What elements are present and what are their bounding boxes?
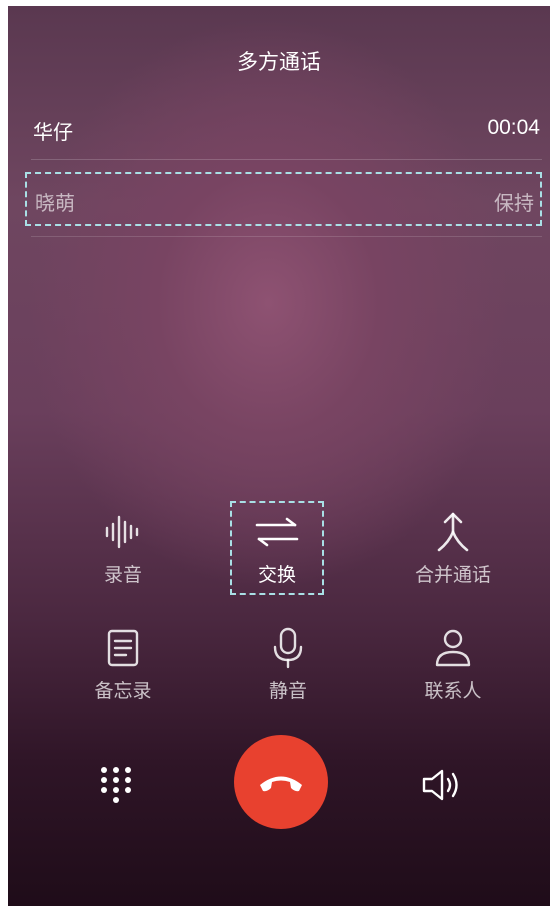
held-call-row[interactable]: 晓萌 保持 [25,172,542,226]
hang-up-icon [260,776,302,792]
page-title: 多方通话 [237,50,321,74]
swap-button[interactable]: 交换 [217,510,337,587]
swap-arrows-icon [217,510,337,554]
contacts-label: 联系人 [424,680,482,702]
contacts-button[interactable]: 联系人 [393,626,513,703]
record-label: 录音 [103,564,142,586]
dialpad-icon[interactable] [96,764,136,804]
active-call-row[interactable]: 华仔 00:04 [33,116,540,146]
mute-button[interactable]: 静音 [228,626,348,703]
speaker-icon[interactable] [420,763,464,807]
waveform-icon [63,510,183,554]
mute-label: 静音 [268,680,307,702]
merge-icon [393,510,513,554]
call-duration: 00:04 [487,116,540,139]
divider [31,159,542,160]
held-caller-name: 晓萌 [35,191,75,215]
divider [31,236,542,237]
merge-calls-button[interactable]: 合并通话 [393,510,513,587]
record-button[interactable]: 录音 [63,510,183,587]
hold-status: 保持 [494,191,534,215]
notes-button[interactable]: 备忘录 [63,626,183,703]
active-caller-name: 华仔 [33,120,73,144]
notepad-icon [63,626,183,670]
notes-label: 备忘录 [94,680,152,702]
merge-label: 合并通话 [414,564,491,586]
microphone-icon [228,626,348,670]
end-call-button[interactable] [234,735,328,829]
person-icon [393,626,513,670]
swap-label: 交换 [257,564,296,586]
